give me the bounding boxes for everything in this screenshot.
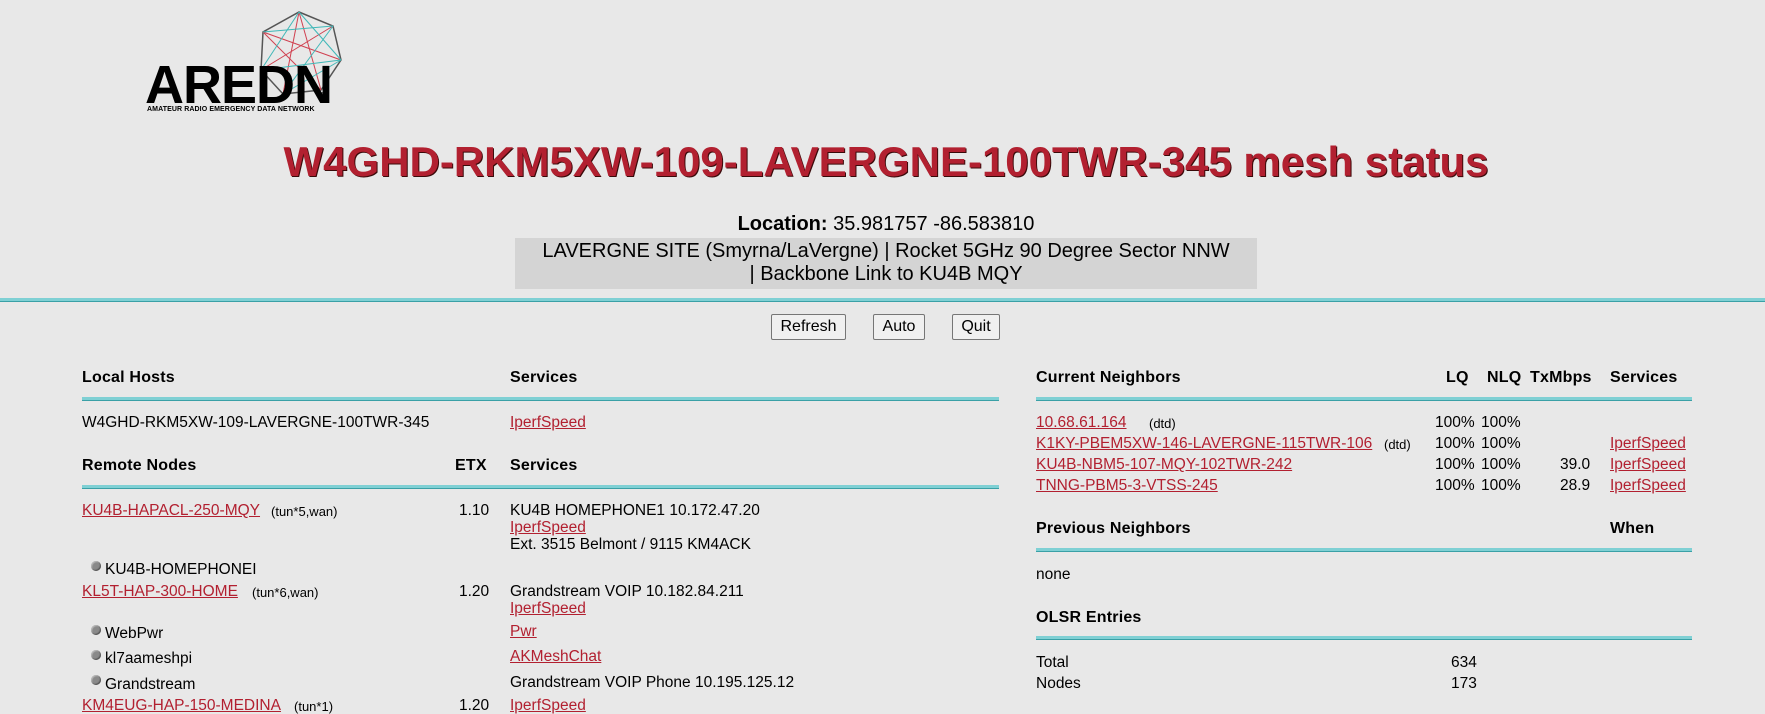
previous-neighbors-value: none — [1036, 566, 1071, 583]
node-description: LAVERGNE SITE (Smyrna/LaVergne) | Rocket… — [515, 238, 1257, 289]
neighbor-link[interactable]: 10.68.61.164 — [1036, 414, 1127, 432]
remote-node-link[interactable]: KU4B-HAPACL-250-MQY — [82, 502, 260, 520]
remote-node-etx: 1.20 — [459, 697, 490, 714]
remote-node-service-link[interactable]: IperfSpeed — [510, 600, 586, 618]
neighbor-tag: (dtd) — [1384, 437, 1411, 452]
neighbor-services-header: Services — [1610, 369, 1678, 386]
location-line: Location: 35.981757 -86.583810 — [0, 213, 1765, 236]
neighbor-service-link[interactable]: IperfSpeed — [1610, 477, 1686, 495]
remote-node-service: Grandstream VOIP 10.182.84.211 — [510, 583, 744, 600]
neighbor-service-link[interactable]: IperfSpeed — [1610, 456, 1686, 474]
current-neighbors-header: Current Neighbors — [1036, 369, 1181, 386]
when-header: When — [1610, 520, 1655, 537]
neighbor-nlq: 100% — [1481, 435, 1521, 452]
remote-node-tag: (tun*5,wan) — [271, 504, 338, 519]
logo-subtitle: AMATEUR RADIO EMERGENCY DATA NETWORK — [147, 106, 315, 113]
nlq-header: NLQ — [1487, 369, 1522, 386]
current-neighbors-divider — [1036, 397, 1692, 401]
remote-nodes-services-header: Services — [510, 457, 578, 474]
local-host-name: W4GHD-RKM5XW-109-LAVERGNE-100TWR-345 — [82, 414, 430, 431]
local-hosts-divider — [82, 397, 999, 401]
txmbps-header: TxMbps — [1530, 369, 1592, 386]
remote-host-service: Grandstream VOIP Phone 10.195.125.12 — [510, 674, 795, 691]
neighbor-lq: 100% — [1435, 477, 1475, 494]
remote-node-etx: 1.20 — [459, 583, 490, 600]
description-line-1: LAVERGNE SITE (Smyrna/LaVergne) | Rocket… — [542, 240, 1230, 262]
neighbor-link[interactable]: K1KY-PBEM5XW-146-LAVERGNE-115TWR-106 — [1036, 435, 1372, 453]
remote-host-service-link[interactable]: Pwr — [510, 623, 537, 641]
host-bullet-icon — [91, 650, 101, 660]
header-divider — [0, 298, 1765, 302]
local-hosts-header: Local Hosts — [82, 369, 175, 386]
neighbor-txmbps: 28.9 — [1560, 477, 1591, 494]
remote-node-link[interactable]: KL5T-HAP-300-HOME — [82, 583, 238, 601]
remote-nodes-etx-header: ETX — [455, 457, 487, 474]
remote-node-link[interactable]: KM4EUG-HAP-150-MEDINA — [82, 697, 281, 714]
host-bullet-icon — [91, 675, 101, 685]
neighbor-lq: 100% — [1435, 435, 1475, 452]
lq-header: LQ — [1446, 369, 1469, 386]
logo-wordmark: AREDN — [145, 55, 333, 115]
description-line-2: | Backbone Link to KU4B MQY — [749, 263, 1023, 285]
neighbor-nlq: 100% — [1481, 456, 1521, 473]
neighbor-lq: 100% — [1435, 414, 1475, 431]
previous-neighbors-divider — [1036, 548, 1692, 552]
remote-node-service: KU4B HOMEPHONE1 10.172.47.20 — [510, 502, 760, 519]
location-value: 35.981757 -86.583810 — [833, 213, 1035, 235]
quit-button[interactable]: Quit — [952, 314, 1000, 340]
olsr-entries-divider — [1036, 636, 1692, 640]
mesh-status-page: AREDN ™ AMATEUR RADIO EMERGENCY DATA NET… — [0, 0, 1765, 714]
neighbor-service-link[interactable]: IperfSpeed — [1610, 435, 1686, 453]
olsr-row-label: Nodes — [1036, 675, 1081, 692]
host-bullet-icon — [91, 625, 101, 635]
remote-host-name: WebPwr — [105, 625, 164, 642]
local-hosts-services-header: Services — [510, 369, 578, 386]
neighbor-tag: (dtd) — [1149, 416, 1176, 431]
previous-neighbors-header: Previous Neighbors — [1036, 520, 1191, 537]
aredn-logo: AREDN ™ AMATEUR RADIO EMERGENCY DATA NET… — [145, 8, 345, 115]
neighbor-nlq: 100% — [1481, 414, 1521, 431]
refresh-button[interactable]: Refresh — [771, 314, 846, 340]
remote-host-name: kl7aameshpi — [105, 650, 193, 667]
remote-host-name: KU4B-HOMEPHONEI — [105, 561, 257, 578]
remote-nodes-header: Remote Nodes — [82, 457, 197, 474]
remote-node-tag: (tun*1) — [294, 699, 334, 714]
host-bullet-icon — [91, 561, 101, 571]
olsr-row-label: Total — [1036, 654, 1069, 671]
page-title: W4GHD-RKM5XW-109-LAVERGNE-100TWR-345 mes… — [283, 138, 1489, 185]
olsr-entries-header: OLSR Entries — [1036, 609, 1142, 626]
location-label: Location: — [737, 213, 828, 235]
remote-node-service: Ext. 3515 Belmont / 9115 KM4ACK — [510, 536, 751, 553]
remote-node-tag: (tun*6,wan) — [252, 585, 319, 600]
neighbor-nlq: 100% — [1481, 477, 1521, 494]
remote-node-service-link[interactable]: IperfSpeed — [510, 519, 586, 537]
remote-node-etx: 1.10 — [459, 502, 490, 519]
neighbor-link[interactable]: TNNG-PBM5-3-VTSS-245 — [1036, 477, 1218, 495]
neighbor-txmbps: 39.0 — [1560, 456, 1591, 473]
olsr-row-value: 173 — [1451, 675, 1477, 692]
logo-trademark: ™ — [321, 92, 328, 99]
olsr-row-value: 634 — [1451, 654, 1477, 671]
remote-node-service-link[interactable]: IperfSpeed — [510, 697, 586, 714]
remote-host-service-link[interactable]: AKMeshChat — [510, 648, 601, 666]
neighbor-link[interactable]: KU4B-NBM5-107-MQY-102TWR-242 — [1036, 456, 1292, 474]
remote-host-name: Grandstream — [105, 676, 196, 693]
remote-nodes-divider — [82, 485, 999, 489]
neighbor-lq: 100% — [1435, 456, 1475, 473]
local-host-service-link[interactable]: IperfSpeed — [510, 414, 586, 432]
auto-button[interactable]: Auto — [873, 314, 925, 340]
